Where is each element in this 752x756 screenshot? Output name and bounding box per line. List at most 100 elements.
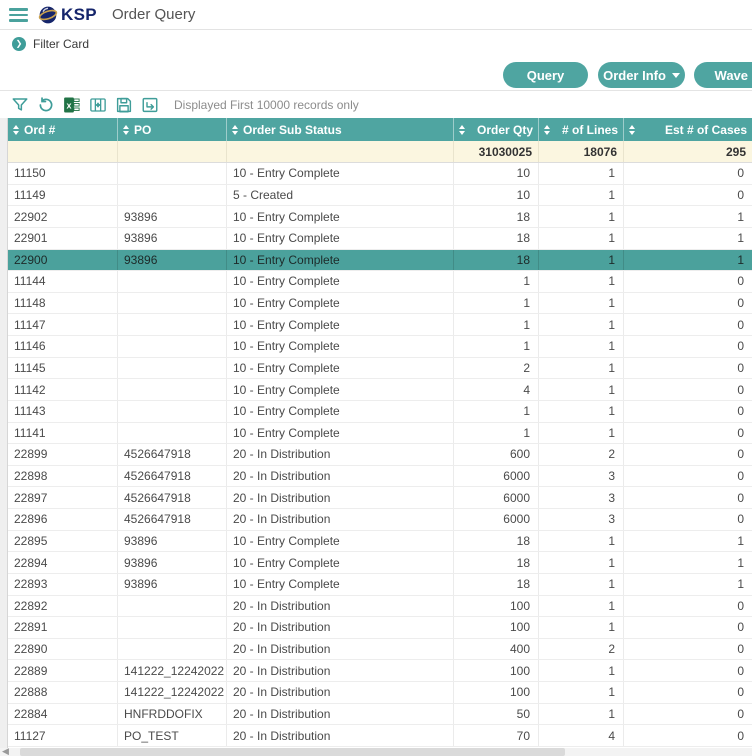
table-row[interactable]: 22889141222_1224202220 - In Distribution… (8, 660, 752, 682)
cell-lines: 1 (539, 531, 624, 552)
totals-cell-po (118, 141, 227, 162)
cell-qty: 6000 (454, 466, 539, 487)
cell-cases: 0 (624, 163, 752, 184)
cell-status: 20 - In Distribution (227, 444, 454, 465)
hamburger-menu-icon[interactable] (9, 8, 28, 22)
sort-icon[interactable] (232, 125, 238, 135)
cell-status: 10 - Entry Complete (227, 358, 454, 379)
table-row[interactable]: 228949389610 - Entry Complete1811 (8, 552, 752, 574)
cell-cases: 0 (624, 639, 752, 660)
order-info-dropdown-button[interactable]: Order Info (598, 62, 685, 88)
totals-cell-cases: 295 (624, 141, 752, 162)
table-row[interactable]: 229009389610 - Entry Complete1811 (8, 250, 752, 272)
table-row[interactable]: 22888141222_1224202220 - In Distribution… (8, 682, 752, 704)
table-row[interactable]: 22896452664791820 - In Distribution60003… (8, 509, 752, 531)
table-row[interactable]: 22898452664791820 - In Distribution60003… (8, 466, 752, 488)
table-row[interactable]: 22897452664791820 - In Distribution60003… (8, 487, 752, 509)
cell-qty: 100 (454, 617, 539, 638)
cell-po: 141222_12242022 (118, 660, 227, 681)
table-row[interactable]: 1114610 - Entry Complete110 (8, 336, 752, 358)
scroll-left-arrow-icon[interactable]: ◀ (2, 746, 9, 756)
table-row[interactable]: 1114710 - Entry Complete110 (8, 314, 752, 336)
cell-cases: 0 (624, 509, 752, 530)
table-row[interactable]: 11127PO_TEST20 - In Distribution7040 (8, 725, 752, 747)
totals-cell-ord (8, 141, 118, 162)
column-label: Est # of Cases (665, 123, 747, 137)
cell-lines: 1 (539, 574, 624, 595)
cell-cases: 1 (624, 531, 752, 552)
grid-body: 1115010 - Entry Complete1010111495 - Cre… (8, 163, 752, 747)
table-row[interactable]: 1114410 - Entry Complete110 (8, 271, 752, 293)
filter-card-toggle[interactable]: ❯ Filter Card (0, 31, 752, 57)
cell-qty: 400 (454, 639, 539, 660)
wave-info-button[interactable]: Wave Info (694, 62, 752, 88)
chevron-right-icon[interactable]: ❯ (12, 37, 26, 51)
horizontal-scrollbar[interactable]: ◀ (0, 748, 752, 756)
table-row[interactable]: 2289220 - In Distribution10010 (8, 596, 752, 618)
save-icon[interactable] (114, 96, 133, 115)
cell-lines: 1 (539, 423, 624, 444)
cell-qty: 1 (454, 314, 539, 335)
table-row[interactable]: 229029389610 - Entry Complete1811 (8, 206, 752, 228)
cell-ord: 11144 (8, 271, 118, 292)
cell-status: 20 - In Distribution (227, 617, 454, 638)
cell-ord: 22897 (8, 487, 118, 508)
table-row[interactable]: 2289020 - In Distribution40020 (8, 639, 752, 661)
scrollbar-thumb[interactable] (20, 748, 565, 756)
table-row[interactable]: 229019389610 - Entry Complete1811 (8, 228, 752, 250)
new-window-icon[interactable] (140, 96, 159, 115)
cell-ord: 22898 (8, 466, 118, 487)
cell-ord: 11141 (8, 423, 118, 444)
table-row[interactable]: 111495 - Created1010 (8, 185, 752, 207)
table-row[interactable]: 22899452664791820 - In Distribution60020 (8, 444, 752, 466)
table-row[interactable]: 1115010 - Entry Complete1010 (8, 163, 752, 185)
sort-icon[interactable] (459, 125, 465, 135)
table-row[interactable]: 228959389610 - Entry Complete1811 (8, 531, 752, 553)
cell-cases: 0 (624, 682, 752, 703)
cell-qty: 1 (454, 293, 539, 314)
cell-po (118, 379, 227, 400)
cell-ord: 11147 (8, 314, 118, 335)
column-header-qty[interactable]: Order Qty (454, 118, 539, 141)
refresh-icon[interactable] (36, 96, 55, 115)
cell-po (118, 401, 227, 422)
cell-qty: 18 (454, 574, 539, 595)
cell-status: 10 - Entry Complete (227, 552, 454, 573)
cell-ord: 11148 (8, 293, 118, 314)
table-row[interactable]: 22884HNFRDDOFIX20 - In Distribution5010 (8, 704, 752, 726)
cell-lines: 1 (539, 228, 624, 249)
column-header-lines[interactable]: # of Lines (539, 118, 624, 141)
totals-cell-lines: 18076 (539, 141, 624, 162)
excel-export-icon[interactable]: x (62, 96, 81, 115)
table-row[interactable]: 1114310 - Entry Complete110 (8, 401, 752, 423)
cell-qty: 2 (454, 358, 539, 379)
table-row[interactable]: 1114810 - Entry Complete110 (8, 293, 752, 315)
globe-icon (38, 5, 58, 25)
table-row[interactable]: 228939389610 - Entry Complete1811 (8, 574, 752, 596)
cell-ord: 22890 (8, 639, 118, 660)
table-row[interactable]: 1114510 - Entry Complete210 (8, 358, 752, 380)
table-row[interactable]: 2289120 - In Distribution10010 (8, 617, 752, 639)
cell-qty: 100 (454, 596, 539, 617)
cell-qty: 6000 (454, 509, 539, 530)
column-header-status[interactable]: Order Sub Status (227, 118, 454, 141)
cell-qty: 1 (454, 271, 539, 292)
sort-icon[interactable] (13, 125, 19, 135)
column-header-cases[interactable]: Est # of Cases (624, 118, 752, 141)
table-row[interactable]: 1114210 - Entry Complete410 (8, 379, 752, 401)
sort-icon[interactable] (629, 125, 635, 135)
sort-icon[interactable] (123, 125, 129, 135)
column-chooser-icon[interactable] (88, 96, 107, 115)
filter-icon[interactable] (10, 96, 29, 115)
table-row[interactable]: 1114110 - Entry Complete110 (8, 423, 752, 445)
column-header-po[interactable]: PO (118, 118, 227, 141)
cell-lines: 1 (539, 358, 624, 379)
cell-po (118, 163, 227, 184)
ksp-logo: KSP (38, 4, 97, 26)
cell-status: 10 - Entry Complete (227, 531, 454, 552)
query-button[interactable]: Query (503, 62, 588, 88)
column-header-ord[interactable]: Ord # (8, 118, 118, 141)
cell-lines: 3 (539, 509, 624, 530)
sort-icon[interactable] (544, 125, 550, 135)
cell-lines: 1 (539, 206, 624, 227)
